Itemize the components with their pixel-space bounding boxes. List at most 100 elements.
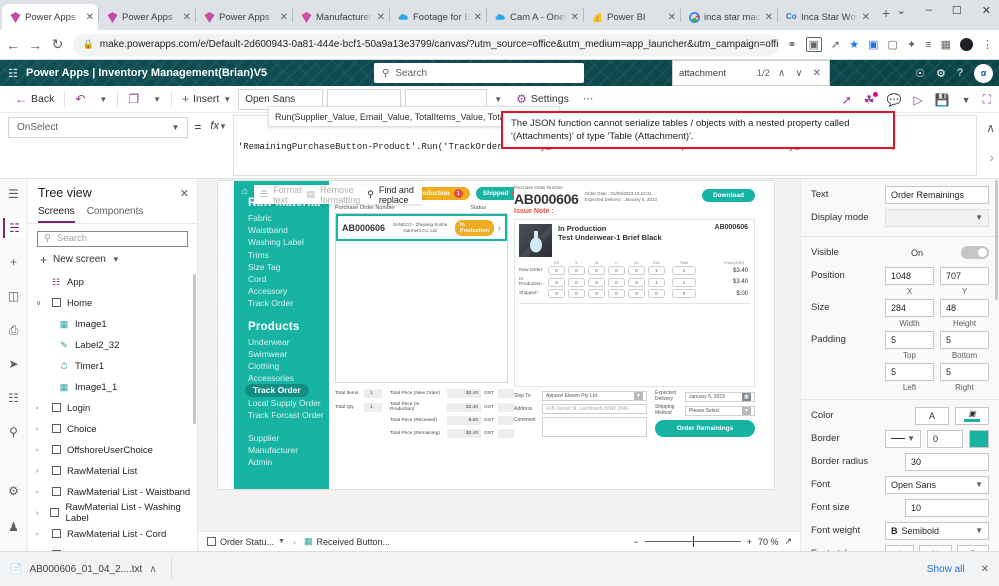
help-icon[interactable]: ? xyxy=(957,67,963,79)
browser-tab[interactable]: Power Apps ✕ xyxy=(99,4,195,30)
gallery-row-selected[interactable]: AB000606 SANECO - Zhejiang Sunhe Garment… xyxy=(336,214,507,241)
sidepanel-icon[interactable]: ▦ xyxy=(941,38,951,51)
padding-bottom-input[interactable]: 5 xyxy=(940,330,989,349)
qty-cell[interactable]: 0 xyxy=(588,266,605,275)
find-and-replace-label[interactable]: Find and replace xyxy=(379,185,416,205)
font-weight-select[interactable]: B Semibold ▼ xyxy=(885,521,989,540)
new-screen-button[interactable]: + New screen ▼ xyxy=(28,251,197,272)
fit-screen-icon[interactable]: ↗ xyxy=(784,536,792,547)
close-icon[interactable]: ✕ xyxy=(981,564,989,575)
chevron-up-icon[interactable]: ∧ xyxy=(986,121,995,135)
close-icon[interactable]: ✕ xyxy=(765,12,773,23)
chevron-up-icon[interactable]: ∧ xyxy=(149,564,156,575)
border-radius-input[interactable]: 30 xyxy=(905,452,989,471)
fx-button[interactable]: fx▼ xyxy=(210,120,226,132)
reading-list-icon[interactable]: ≡ xyxy=(925,39,931,51)
border-width-input[interactable]: 0 xyxy=(927,429,963,448)
close-icon[interactable]: ✕ xyxy=(811,68,823,79)
waffle-icon[interactable]: ☷ xyxy=(0,67,26,80)
qty-cell[interactable]: 1 xyxy=(648,266,665,275)
nav-item-supplier[interactable]: Supplier xyxy=(248,432,329,444)
chrome-menu-icon[interactable]: ⋮ xyxy=(982,38,993,51)
nav-item-clothing[interactable]: Clothing xyxy=(248,360,329,372)
qty-cell[interactable]: 0 xyxy=(548,289,565,298)
share-icon[interactable]: ➚ xyxy=(831,38,840,51)
padding-right-input[interactable]: 5 xyxy=(940,362,989,381)
install-icon[interactable]: ▣ xyxy=(805,37,823,52)
font-select[interactable]: Open Sans ▼ xyxy=(885,475,989,494)
back-button[interactable]: ← Back xyxy=(8,88,61,110)
nav-item-accessories[interactable]: Accessories xyxy=(248,372,329,384)
forward-arrow-icon[interactable]: → xyxy=(28,37,42,53)
tree-node-app[interactable]: ☷ App xyxy=(28,272,197,293)
tree-node-rawmaterial-waistband[interactable]: › RawMaterial List - Waistband xyxy=(28,482,197,503)
format-text-label[interactable]: Format text xyxy=(273,185,302,205)
chevron-down-icon[interactable]: ∨ xyxy=(36,299,45,307)
comments-icon[interactable]: 💬 xyxy=(887,93,902,107)
search-icon[interactable]: ⚲ xyxy=(3,422,25,442)
undo-menu-button[interactable]: ▼ xyxy=(92,88,114,110)
reload-icon[interactable]: ↻ xyxy=(50,36,64,53)
app-canvas[interactable]: ⌂ Raw Material Fabric Waistband Washing … xyxy=(218,181,774,489)
browser-tab[interactable]: Co Inca Star Worship ✕ xyxy=(778,4,874,30)
qty-cell[interactable]: 0 xyxy=(608,289,625,298)
nav-item-manufacturer[interactable]: Manufacturer xyxy=(248,444,329,456)
share-icon[interactable]: ➚ xyxy=(842,93,852,107)
close-icon[interactable]: ✕ xyxy=(280,12,288,23)
zoom-slider[interactable] xyxy=(644,536,741,547)
chevron-right-icon[interactable]: › xyxy=(498,223,501,233)
tree-node-login[interactable]: › Login xyxy=(28,398,197,419)
nav-item-fabric[interactable]: Fabric xyxy=(248,212,329,224)
qty-cell[interactable]: 0 xyxy=(568,289,585,298)
chevron-up-icon[interactable]: ∧ xyxy=(776,68,787,79)
scrollbar[interactable] xyxy=(995,180,998,300)
browser-tab[interactable]: Manufacturer - A ✕ xyxy=(293,4,389,30)
find-bar[interactable]: attachment 1/2 ∧ ∨ ✕ xyxy=(672,60,830,86)
tree-view-icon[interactable]: ☵ xyxy=(2,218,25,238)
order-remainings-button[interactable]: Order Remainings xyxy=(655,420,755,437)
tree-node-offshoreuserchoice[interactable]: › OffshoreUserChoice xyxy=(28,440,197,461)
ship-to-select[interactable]: Apparel Eleven Pty Ltd ▼ xyxy=(542,391,647,401)
copy-button[interactable]: ❐ xyxy=(121,88,146,110)
tree-node-image1[interactable]: ▦ Image1 xyxy=(28,314,197,335)
browser-tab[interactable]: Power BI ✕ xyxy=(584,4,680,30)
tree-node-image1-1[interactable]: ▦ Image1_1 xyxy=(28,377,197,398)
tree-node-label2-32[interactable]: ✎ Label2_32 xyxy=(28,335,197,356)
preview-icon[interactable]: ▷ xyxy=(913,93,922,107)
display-mode-select[interactable]: ▼ xyxy=(885,208,989,227)
tab-screens[interactable]: Screens xyxy=(38,203,75,223)
nav-item-admin[interactable]: Admin xyxy=(248,456,329,468)
qty-cell[interactable]: 0 xyxy=(548,266,565,275)
publish-icon[interactable]: ⛶ xyxy=(983,92,991,107)
tab-components[interactable]: Components xyxy=(87,203,144,223)
status-control-selector[interactable]: ▦ Received Button... xyxy=(304,536,390,547)
address-input[interactable]: 41B Daniel St. Leichhardt NSW 2040 xyxy=(542,404,647,414)
tree-node-rawmaterial-list[interactable]: › RawMaterial List xyxy=(28,461,197,482)
close-icon[interactable]: ✕ xyxy=(377,12,385,23)
qty-cell[interactable]: 0 xyxy=(628,289,645,298)
tree-node-choice[interactable]: › Choice xyxy=(28,419,197,440)
show-all-button[interactable]: Show all xyxy=(927,564,965,575)
visible-toggle[interactable] xyxy=(960,246,989,259)
bookmark-star-icon[interactable]: ★ xyxy=(849,38,859,51)
qty-cell[interactable]: 0 xyxy=(588,289,605,298)
tree-node-rawmaterial-washing-label[interactable]: › RawMaterial List - Washing Label xyxy=(28,502,197,524)
nav-item-track-order-products[interactable]: Track Order xyxy=(245,384,309,397)
avatar[interactable] xyxy=(959,38,973,51)
copy-menu-button[interactable]: ▼ xyxy=(146,88,168,110)
extension-icon[interactable]: ▣ xyxy=(868,38,878,51)
chevron-right-icon[interactable]: › xyxy=(36,468,45,475)
maximize-button[interactable]: ☐ xyxy=(948,2,966,19)
nav-item-washing-label[interactable]: Washing Label xyxy=(248,236,329,248)
hamburger-icon[interactable]: ☰ xyxy=(3,184,25,204)
close-icon[interactable]: ✕ xyxy=(86,12,94,23)
status-screen-selector[interactable]: Order Statu... ▼ xyxy=(207,537,285,547)
nav-item-trims[interactable]: Trims xyxy=(248,249,329,261)
text-color-icon[interactable]: A xyxy=(915,406,949,425)
power-automate-icon[interactable]: ➤ xyxy=(3,354,25,374)
header-search[interactable]: ⚲ Search xyxy=(374,63,584,83)
data-icon[interactable]: ◫ xyxy=(3,286,25,306)
zoom-out-button[interactable]: − xyxy=(633,537,638,547)
browser-tab[interactable]: inca star machu p ✕ xyxy=(681,4,777,30)
nav-item-cord[interactable]: Cord xyxy=(248,273,329,285)
